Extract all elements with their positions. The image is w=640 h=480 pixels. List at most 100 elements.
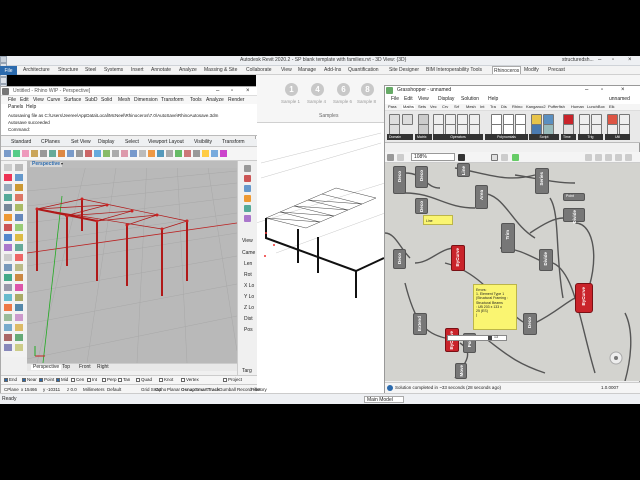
gh-sketch-icon[interactable] <box>585 154 592 161</box>
gh-node-bycurve-3[interactable]: ByCurve <box>575 283 593 313</box>
rhino-tab-display[interactable]: Display <box>98 140 114 145</box>
gh-bake-icon[interactable] <box>595 154 602 161</box>
rhino-menu-subd[interactable]: SubD <box>85 98 98 103</box>
osnap-tan[interactable]: Tan <box>118 377 130 383</box>
gh-toggle-icon[interactable] <box>615 154 622 161</box>
gh-tab-pufferfish[interactable]: Pufferfish <box>548 105 565 109</box>
tab-view[interactable]: View <box>281 67 292 73</box>
gh-tab-vector[interactable]: Vec <box>430 105 437 109</box>
gh-node-deconstruct-5[interactable]: Deco <box>523 313 537 335</box>
gh-zoom-extents-icon[interactable] <box>458 154 465 161</box>
rhino-menu-panels[interactable]: Panels <box>8 105 23 110</box>
gh-close-icon[interactable]: × <box>621 87 625 93</box>
gh-node-point-2[interactable]: Point <box>563 193 585 201</box>
vp-tab-right[interactable]: Right <box>97 365 109 370</box>
gh-category-polynomials[interactable]: Polynomials <box>485 134 528 140</box>
vp-tab-perspective[interactable]: Perspective <box>31 365 62 370</box>
gh-tab-intersect[interactable]: Int <box>480 105 484 109</box>
osnap-checkbox[interactable] <box>56 378 60 382</box>
status-smarttrack[interactable]: SmartTrack <box>195 387 220 393</box>
gh-menu-solution[interactable]: Solution <box>461 97 479 102</box>
tab-insert[interactable]: Insert <box>131 67 144 73</box>
gh-number-slider[interactable]: 13 <box>447 335 507 341</box>
rhino-menu-transform[interactable]: Transform <box>161 98 184 103</box>
gh-category-time[interactable]: Time <box>561 134 576 140</box>
gh-menu-view[interactable]: View <box>418 97 429 102</box>
tab-bim-interoperability[interactable]: BIM Interoperability Tools <box>426 67 482 73</box>
status-gumball[interactable]: Gumball <box>219 387 236 393</box>
libraries-icon[interactable] <box>244 215 251 222</box>
tab-collaborate[interactable]: Collaborate <box>246 67 272 73</box>
gh-shaded-icon[interactable] <box>512 154 519 161</box>
properties-icon[interactable] <box>244 165 251 172</box>
status-ortho[interactable]: Ortho <box>155 387 166 393</box>
tab-add-ins[interactable]: Add-Ins <box>324 67 341 73</box>
minimize-icon[interactable]: – <box>598 57 601 63</box>
rhino-menu-curve[interactable]: Curve <box>47 98 60 103</box>
rhino-command-prompt[interactable]: Command: <box>8 127 30 133</box>
materials-icon[interactable] <box>244 195 251 202</box>
help-icon[interactable] <box>244 205 251 212</box>
tab-systems[interactable]: Systems <box>104 67 123 73</box>
status-filter[interactable]: Filter <box>251 387 261 393</box>
osnap-end[interactable]: End <box>4 377 17 383</box>
revit-3d-view[interactable] <box>255 123 386 393</box>
gh-node-series[interactable]: Series <box>535 168 549 194</box>
osnap-checkbox[interactable] <box>71 378 75 382</box>
tab-analyze[interactable]: Analyze <box>179 67 197 73</box>
viewport-dropdown-icon[interactable]: ▾ <box>61 162 63 166</box>
gh-navigation-compass-icon[interactable] <box>609 351 623 365</box>
osnap-int[interactable]: Int <box>87 377 97 383</box>
rhino-left-tool-icons[interactable] <box>1 161 27 357</box>
status-planar[interactable]: Planar <box>167 387 180 393</box>
sample-8-button[interactable]: 8 <box>361 83 374 96</box>
rhino-menu-tools[interactable]: Tools <box>190 98 202 103</box>
vp-tab-front[interactable]: Front <box>79 365 91 370</box>
rhino-tab-standard[interactable]: Standard <box>11 140 31 145</box>
gh-tab-params[interactable]: Para <box>388 105 396 109</box>
gh-category-trig[interactable]: Trig <box>578 134 603 140</box>
osnap-cen[interactable]: Cen <box>71 377 84 383</box>
gh-menu-display[interactable]: Display <box>438 97 454 102</box>
gh-tab-elk[interactable]: Elk <box>609 105 615 109</box>
osnap-checkbox[interactable] <box>136 378 140 382</box>
display-icon[interactable] <box>244 185 251 192</box>
tab-structure[interactable]: Structure <box>58 67 78 73</box>
rhino-menu-solid[interactable]: Solid <box>101 98 112 103</box>
rhino-menu-help[interactable]: Help <box>26 105 36 110</box>
gh-tab-surface[interactable]: Srf <box>454 105 459 109</box>
rhino-tab-select[interactable]: Select <box>125 140 139 145</box>
rhino-menu-file[interactable]: File <box>8 98 16 103</box>
tab-annotate[interactable]: Annotate <box>151 67 171 73</box>
gh-node-area[interactable]: Area <box>475 185 488 209</box>
gh-slider-thumb[interactable] <box>488 336 492 340</box>
tab-manage[interactable]: Manage <box>298 67 316 73</box>
revit-app-icon[interactable] <box>0 56 7 63</box>
layers-icon[interactable] <box>244 175 251 182</box>
viewport-label[interactable]: Perspective <box>30 162 63 167</box>
gh-tab-kangaroo2[interactable]: Kangaroo2 <box>526 105 546 109</box>
rhino-perspective-viewport[interactable]: Perspective ▾ <box>27 161 237 363</box>
gh-save-icon[interactable] <box>387 154 394 161</box>
gh-category-matrix[interactable]: Matrix <box>415 134 432 140</box>
gh-node-deconstruct-3[interactable]: Deco <box>415 198 428 214</box>
gh-tab-maths[interactable]: Maths <box>402 105 415 109</box>
gh-node-bycurve-1[interactable]: ByCurve <box>451 245 465 271</box>
gh-canvas[interactable]: Deco Deco Line Area Series Divide Deco T… <box>385 163 640 381</box>
tab-site-designer[interactable]: Site Designer <box>389 67 419 73</box>
rhino-menu-surface[interactable]: Surface <box>64 98 81 103</box>
close-icon[interactable]: × <box>628 57 632 63</box>
gh-category-script[interactable]: Script <box>529 134 559 140</box>
gh-node-trim[interactable]: Trim <box>501 223 515 253</box>
gh-node-deconstruct-1[interactable]: Deco <box>393 166 406 194</box>
osnap-checkbox[interactable] <box>223 378 227 382</box>
gh-category-operators[interactable]: Operators <box>433 134 483 140</box>
tab-architecture[interactable]: Architecture <box>23 67 50 73</box>
rhino-close-icon[interactable]: × <box>246 88 250 94</box>
gh-tab-mesh[interactable]: Mesh <box>466 105 476 109</box>
gh-menu-edit[interactable]: Edit <box>404 97 413 102</box>
rhino-tab-cplanes[interactable]: CPlanes <box>41 140 60 145</box>
tab-precast[interactable]: Precast <box>548 67 565 73</box>
gh-settings-icon[interactable] <box>625 154 632 161</box>
gh-category-util[interactable]: Util <box>605 134 630 140</box>
